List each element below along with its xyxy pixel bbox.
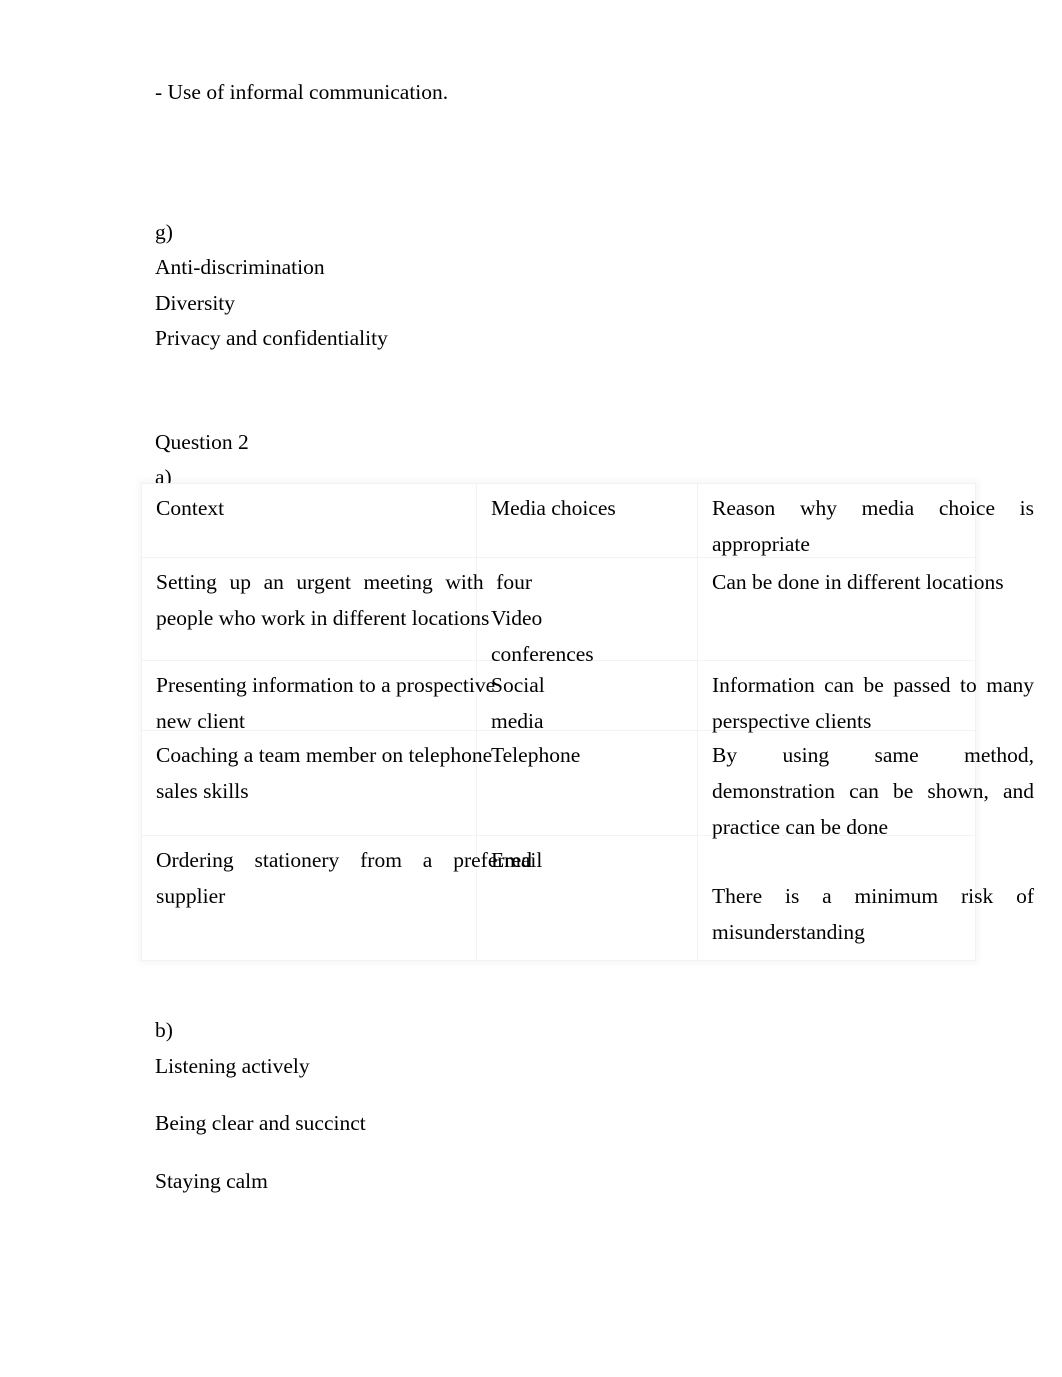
reason-text-1: Information can be passed to many perspe… [712, 673, 1034, 734]
header-cell-reason: Reason why media choice is appropriate [697, 483, 1034, 558]
cell-media-1: Social media [476, 660, 698, 733]
header-label-media-choices: Media choices [491, 496, 616, 520]
document-page: - Use of informal communication. g) Anti… [0, 0, 1062, 1377]
question-2-part-b-label: b) [155, 1018, 173, 1042]
header-label-reason: Reason why media choice is appropriate [712, 496, 1034, 557]
reason-text-0: Can be done in different locations [712, 570, 1004, 594]
cell-reason-3: There is a minimum risk of misunderstand… [697, 835, 1034, 961]
cell-media-3: Email [476, 835, 698, 961]
intro-line: - Use of informal communication. [155, 80, 449, 104]
gap-after-intro [155, 104, 975, 186]
table-header-row: Context Media choices Reason why media c… [141, 483, 1034, 558]
header-cell-context: Context [141, 483, 477, 558]
header-label-context: Context [156, 496, 225, 520]
gap-b-3 [155, 1135, 975, 1171]
cell-reason-2: By using same method, demonstration can … [697, 730, 1034, 839]
media-text-3: Email [491, 848, 543, 872]
gap-after-intro-2 [155, 186, 975, 222]
cell-context-1: Presenting information to a prospective … [141, 660, 495, 733]
part-b-item-0: Listening actively [155, 1053, 310, 1078]
table-row: Ordering stationery from a preferred sup… [141, 835, 1034, 961]
cell-media-0: Video conferences [476, 557, 698, 666]
reason-text-3: There is a minimum risk of misunderstand… [712, 884, 1034, 945]
document-body: - Use of informal communication. g) Anti… [155, 0, 975, 489]
cell-reason-1: Information can be passed to many perspe… [697, 660, 1034, 733]
section-g-item-0: Anti-discrimination [155, 255, 325, 279]
section-g-label: g) [155, 219, 173, 244]
cell-media-2: Telephone [476, 730, 698, 836]
top-margin-spacer [155, 0, 975, 82]
gap-g-2 [155, 279, 975, 293]
table-row: Setting up an urgent meeting with four p… [141, 557, 1004, 666]
gap-b-2 [155, 1077, 975, 1113]
cell-reason-0: Can be done in different locations [697, 557, 1004, 661]
gap-q2-1 [155, 453, 975, 467]
reason-text-2: By using same method, demonstration can … [712, 743, 1034, 840]
section-g-item-2: Privacy and confidentiality [155, 326, 388, 350]
header-cell-media-choices: Media choices [476, 483, 698, 558]
gap-before-question2 [155, 350, 975, 432]
media-text-2: Telephone [491, 743, 581, 767]
section-g-item-1: Diversity [155, 290, 236, 315]
cell-context-0: Setting up an urgent meeting with four p… [141, 557, 532, 661]
media-choices-table: Context Media choices Reason why media c… [141, 483, 1034, 961]
part-b-section: b) Listening actively Being clear and su… [155, 1018, 975, 1193]
table-row: Coaching a team member on telephone sale… [141, 730, 1034, 839]
cell-context-3: Ordering stationery from a preferred sup… [141, 835, 532, 961]
part-b-item-1: Being clear and succinct [155, 1111, 366, 1135]
part-b-item-2: Staying calm [155, 1168, 268, 1193]
table-row: Presenting information to a prospective … [141, 660, 1034, 733]
media-choices-table-wrapper: Context Media choices Reason why media c… [141, 483, 1034, 961]
media-text-1: Social media [491, 673, 545, 734]
cell-context-2: Coaching a team member on telephone sale… [141, 730, 492, 836]
question-2-title: Question 2 [155, 429, 249, 454]
